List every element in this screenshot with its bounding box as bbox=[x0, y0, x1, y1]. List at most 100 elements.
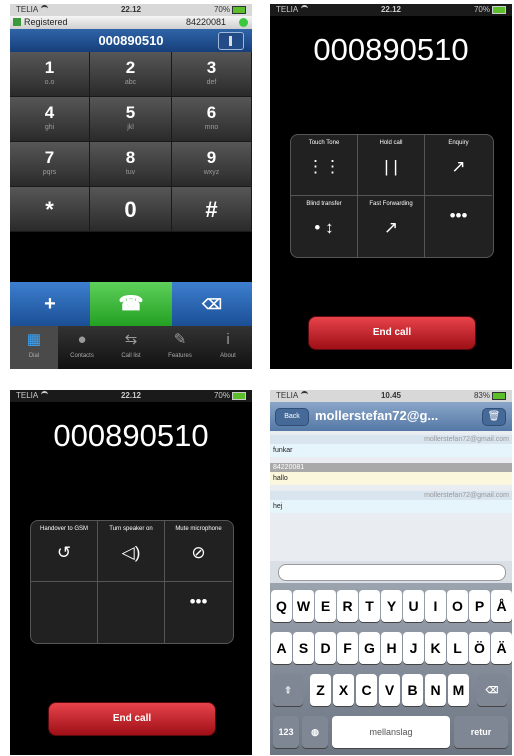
key-d[interactable]: D bbox=[315, 632, 336, 664]
tab-call-list[interactable]: ⇆ Call list bbox=[107, 326, 155, 369]
key-r[interactable]: R bbox=[337, 590, 358, 622]
key-b[interactable]: B bbox=[402, 674, 423, 706]
wand-icon: ✎ bbox=[173, 331, 187, 348]
key-e[interactable]: E bbox=[315, 590, 336, 622]
speaker-icon: ◁) bbox=[121, 543, 141, 562]
trash-icon: 🗑 bbox=[487, 411, 501, 422]
battery-label: 70% bbox=[214, 391, 246, 400]
dialed-number: 000890510 bbox=[98, 33, 164, 48]
tab-features[interactable]: ✎ Features bbox=[156, 326, 204, 369]
key-4[interactable]: 4 ghi bbox=[10, 97, 90, 142]
compose-bar bbox=[270, 561, 512, 583]
mute-mic-icon: ⊘ bbox=[191, 543, 206, 562]
more-button[interactable]: ••• bbox=[165, 582, 232, 643]
key-a-umlaut[interactable]: Ä bbox=[491, 632, 512, 664]
key-a-ring[interactable]: Å bbox=[491, 590, 512, 622]
numbers-key[interactable]: 123 bbox=[273, 716, 299, 748]
globe-key[interactable]: ◍ bbox=[302, 716, 328, 748]
key-k[interactable]: K bbox=[425, 632, 446, 664]
battery-icon bbox=[492, 391, 506, 400]
key-6[interactable]: 6 mno bbox=[172, 97, 252, 142]
key-7[interactable]: 7 pqrs bbox=[10, 142, 90, 187]
enquiry-button[interactable]: Enquiry ↗ bbox=[425, 135, 492, 196]
key-3[interactable]: 3 def bbox=[172, 52, 252, 97]
key-1[interactable]: 1 o.o bbox=[10, 52, 90, 97]
registration-status: Registered bbox=[24, 17, 68, 27]
wand-icon: ↗ bbox=[383, 218, 399, 237]
add-contact-button[interactable]: + bbox=[10, 282, 90, 326]
keyboard-row-4: 123 ◍ mellanslag retur bbox=[270, 713, 512, 751]
key-h[interactable]: H bbox=[381, 632, 402, 664]
pause-icon: | | bbox=[384, 157, 398, 176]
key-a[interactable]: A bbox=[271, 632, 292, 664]
back-button[interactable]: Back bbox=[275, 408, 309, 426]
key-t[interactable]: T bbox=[359, 590, 380, 622]
tab-contacts[interactable]: ● Contacts bbox=[58, 326, 106, 369]
key-v[interactable]: V bbox=[379, 674, 400, 706]
key-u[interactable]: U bbox=[403, 590, 424, 622]
keypad-icon: ⋮⋮ bbox=[307, 157, 341, 176]
keyboard-row-2: A S D F G H J K L Ö Ä bbox=[270, 629, 512, 667]
backspace-key[interactable]: ⌫ bbox=[477, 674, 507, 706]
key-o[interactable]: O bbox=[447, 590, 468, 622]
more-button[interactable]: ••• bbox=[425, 196, 492, 257]
touch-tone-button[interactable]: Touch Tone ⋮⋮ bbox=[291, 135, 358, 196]
backspace-button[interactable]: ⌫ bbox=[172, 282, 252, 326]
key-o-umlaut[interactable]: Ö bbox=[469, 632, 490, 664]
key-x[interactable]: X bbox=[333, 674, 354, 706]
key-i[interactable]: I bbox=[425, 590, 446, 622]
message-sender: mollerstefan72@gmail.com bbox=[270, 491, 512, 500]
key-n[interactable]: N bbox=[425, 674, 446, 706]
key-2[interactable]: 2 abc bbox=[90, 52, 172, 97]
handover-gsm-button[interactable]: Handover to GSM ↺ bbox=[31, 521, 98, 582]
tab-dial[interactable]: ▦ Dial bbox=[10, 326, 58, 369]
key-j[interactable]: J bbox=[403, 632, 424, 664]
keypad: 1 o.o 2 abc 3 def 4 ghi 5 jkl 6 mno 7 pqrs 8 tuv… bbox=[10, 52, 252, 282]
blind-transfer-button[interactable]: Blind transfer • ↕ bbox=[291, 196, 358, 257]
key-g[interactable]: G bbox=[359, 632, 380, 664]
chat-title: mollerstefan72@g... bbox=[315, 408, 439, 423]
hold-call-button[interactable]: Hold call | | bbox=[358, 135, 425, 196]
key-8[interactable]: 8 tuv bbox=[90, 142, 172, 187]
key-star[interactable]: * bbox=[10, 187, 90, 232]
space-key[interactable]: mellanslag bbox=[332, 716, 450, 748]
key-p[interactable]: P bbox=[469, 590, 490, 622]
key-m[interactable]: M bbox=[448, 674, 469, 706]
ellipsis-icon: ••• bbox=[189, 592, 208, 611]
in-call-screen: TELIA 22.12 70% 000890510 Touch Tone ⋮⋮ H… bbox=[270, 4, 512, 369]
key-s[interactable]: S bbox=[293, 632, 314, 664]
globe-icon: ◍ bbox=[311, 727, 319, 737]
tab-about[interactable]: i About bbox=[204, 326, 252, 369]
key-y[interactable]: Y bbox=[381, 590, 402, 622]
trash-button[interactable]: 🗑 bbox=[482, 408, 506, 426]
return-key[interactable]: retur bbox=[454, 716, 508, 748]
call-button[interactable]: ☎ bbox=[90, 282, 172, 326]
empty-slot bbox=[98, 582, 165, 643]
fast-forwarding-button[interactable]: Fast Forwarding ↗ bbox=[358, 196, 425, 257]
registered-icon bbox=[13, 18, 21, 26]
key-f[interactable]: F bbox=[337, 632, 358, 664]
handover-icon: ↺ bbox=[56, 543, 72, 562]
key-w[interactable]: W bbox=[293, 590, 314, 622]
key-hash[interactable]: # bbox=[172, 187, 252, 232]
key-0[interactable]: 0 bbox=[90, 187, 172, 232]
message-text: funkar bbox=[270, 444, 512, 457]
mute-button[interactable]: Mute microphone ⊘ bbox=[165, 521, 232, 582]
call-number: 000890510 bbox=[313, 32, 469, 67]
key-l[interactable]: L bbox=[447, 632, 468, 664]
message-text: hej bbox=[270, 500, 512, 513]
speaker-button[interactable]: Turn speaker on ◁) bbox=[98, 521, 165, 582]
key-c[interactable]: C bbox=[356, 674, 377, 706]
transfer-icon: • ↕ bbox=[314, 218, 334, 237]
key-9[interactable]: 9 wxyz bbox=[172, 142, 252, 187]
cell-tower-icon[interactable] bbox=[218, 32, 244, 50]
keypad-icon: ▦ bbox=[26, 331, 42, 348]
key-5[interactable]: 5 jkl bbox=[90, 97, 172, 142]
key-z[interactable]: Z bbox=[310, 674, 331, 706]
message-input[interactable] bbox=[278, 564, 506, 581]
key-q[interactable]: Q bbox=[271, 590, 292, 622]
shift-key[interactable]: ⇧ bbox=[273, 674, 303, 706]
end-call-button[interactable]: End call bbox=[48, 702, 216, 736]
end-call-button[interactable]: End call bbox=[308, 316, 476, 350]
empty-slot bbox=[31, 582, 98, 643]
